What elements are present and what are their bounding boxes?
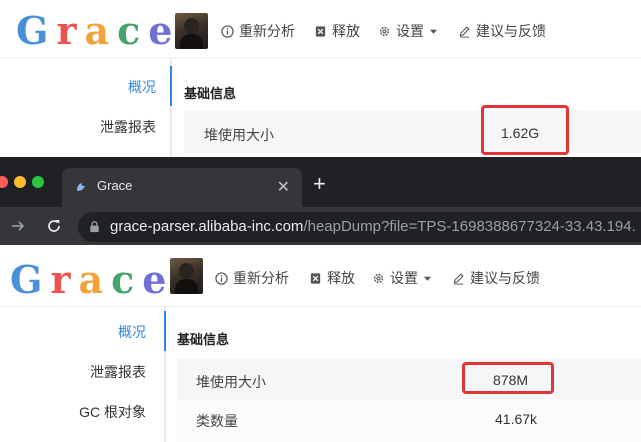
close-tab-icon[interactable]: ✕ — [277, 177, 290, 197]
edit-icon — [453, 272, 464, 285]
top-navbar: Grace 重新分析 释放 设置 建议与反馈 — [0, 0, 641, 58]
new-tab-button[interactable]: + — [313, 171, 326, 197]
address-bar[interactable]: grace-parser.alibaba-inc.com/heapDump?fi… — [78, 212, 641, 242]
gear-icon — [379, 26, 390, 36]
sidebar-active-indicator — [164, 311, 166, 351]
favicon-icon — [77, 183, 85, 191]
browser-tab-grace[interactable]: Grace ✕ — [62, 168, 302, 207]
logo-letter: c — [117, 8, 149, 53]
browser-toolbar: grace-parser.alibaba-inc.com/heapDump?fi… — [0, 207, 641, 245]
lock-icon[interactable] — [88, 220, 101, 233]
heap-used-label: 堆使用大小 — [204, 127, 274, 143]
settings-label: 设置 — [390, 270, 418, 286]
forward-arrow-icon[interactable] — [10, 218, 26, 234]
minimize-window-button[interactable] — [14, 176, 26, 188]
logo-letter: a — [78, 257, 112, 302]
sidebar-active-indicator — [170, 66, 172, 106]
tab-title: Grace — [97, 178, 133, 193]
edit-icon — [459, 25, 470, 38]
class-count-label: 类数量 — [196, 413, 238, 429]
reanalyze-label: 重新分析 — [233, 270, 289, 286]
avatar[interactable] — [175, 13, 208, 49]
sidebar: 概况 泄露报表 — [0, 58, 172, 157]
release-label: 释放 — [327, 270, 355, 286]
app-panel-top: Grace 重新分析 释放 设置 建议与反馈 概况 泄露报表 基础信息 堆使用大… — [0, 0, 641, 157]
logo-letter: G — [10, 257, 51, 302]
url-text[interactable]: grace-parser.alibaba-inc.com/heapDump?fi… — [110, 218, 636, 235]
feedback-button[interactable]: 建议与反馈 — [452, 268, 540, 288]
sidebar-item-gc-roots[interactable]: GC 根对象 — [79, 402, 146, 422]
caret-down-icon — [429, 29, 438, 34]
logo-letter: r — [50, 257, 79, 302]
sidebar-item-leak-report[interactable]: 泄露报表 — [100, 117, 156, 137]
settings-dropdown[interactable]: 设置 — [372, 268, 432, 288]
reanalyze-button[interactable]: 重新分析 — [215, 268, 289, 288]
reload-icon[interactable] — [46, 218, 62, 234]
highlight-box — [462, 362, 554, 394]
feedback-label: 建议与反馈 — [470, 270, 540, 286]
gear-icon — [373, 273, 384, 283]
logo-letter: c — [111, 257, 143, 302]
sidebar-item-overview[interactable]: 概况 — [128, 77, 156, 97]
section-title: 基础信息 — [177, 332, 230, 347]
caret-down-icon — [423, 276, 432, 281]
heap-used-label: 堆使用大小 — [196, 374, 266, 390]
class-count-value: 41.67k — [495, 411, 538, 427]
release-button[interactable]: 释放 — [309, 268, 355, 288]
tab-strip: Grace ✕ + — [0, 157, 641, 207]
grace-logo[interactable]: Grace — [10, 257, 174, 302]
url-path: /heapDump?file=TPS-1698388677324-33.43.1… — [303, 218, 636, 235]
section-title: 基础信息 — [184, 86, 237, 101]
highlight-box — [481, 105, 569, 155]
reanalyze-label: 重新分析 — [239, 23, 295, 39]
info-circle-icon — [221, 24, 234, 38]
sidebar: 概况 泄露报表 GC 根对象 — [0, 307, 166, 442]
logo-letter: G — [16, 8, 57, 53]
settings-dropdown[interactable]: 设置 — [378, 21, 438, 41]
release-button[interactable]: 释放 — [314, 21, 360, 41]
feedback-label: 建议与反馈 — [476, 23, 546, 39]
url-host: grace-parser.alibaba-inc.com — [110, 218, 304, 235]
logo-letter: r — [56, 8, 85, 53]
release-label: 释放 — [332, 23, 360, 39]
reanalyze-button[interactable]: 重新分析 — [221, 21, 295, 41]
delete-box-icon — [315, 25, 326, 37]
top-navbar: Grace 重新分析 释放 设置 建议与反馈 — [0, 247, 641, 307]
settings-label: 设置 — [396, 23, 424, 39]
close-window-button[interactable] — [0, 176, 8, 188]
maximize-window-button[interactable] — [32, 176, 44, 188]
browser-window: Grace ✕ + grace-parser.alibaba-inc.com/h… — [0, 157, 641, 245]
grace-logo[interactable]: Grace — [16, 8, 180, 53]
app-panel-bottom: Grace 重新分析 释放 设置 建议与反馈 概况 泄露报表 GC 根对象 基础… — [0, 245, 641, 442]
table-row — [177, 399, 641, 442]
info-circle-icon — [215, 271, 228, 285]
sidebar-item-overview[interactable]: 概况 — [118, 322, 146, 342]
sidebar-item-leak-report[interactable]: 泄露报表 — [90, 362, 146, 382]
feedback-button[interactable]: 建议与反馈 — [458, 21, 546, 41]
avatar[interactable] — [170, 258, 203, 294]
logo-letter: a — [84, 8, 118, 53]
delete-box-icon — [310, 272, 321, 284]
